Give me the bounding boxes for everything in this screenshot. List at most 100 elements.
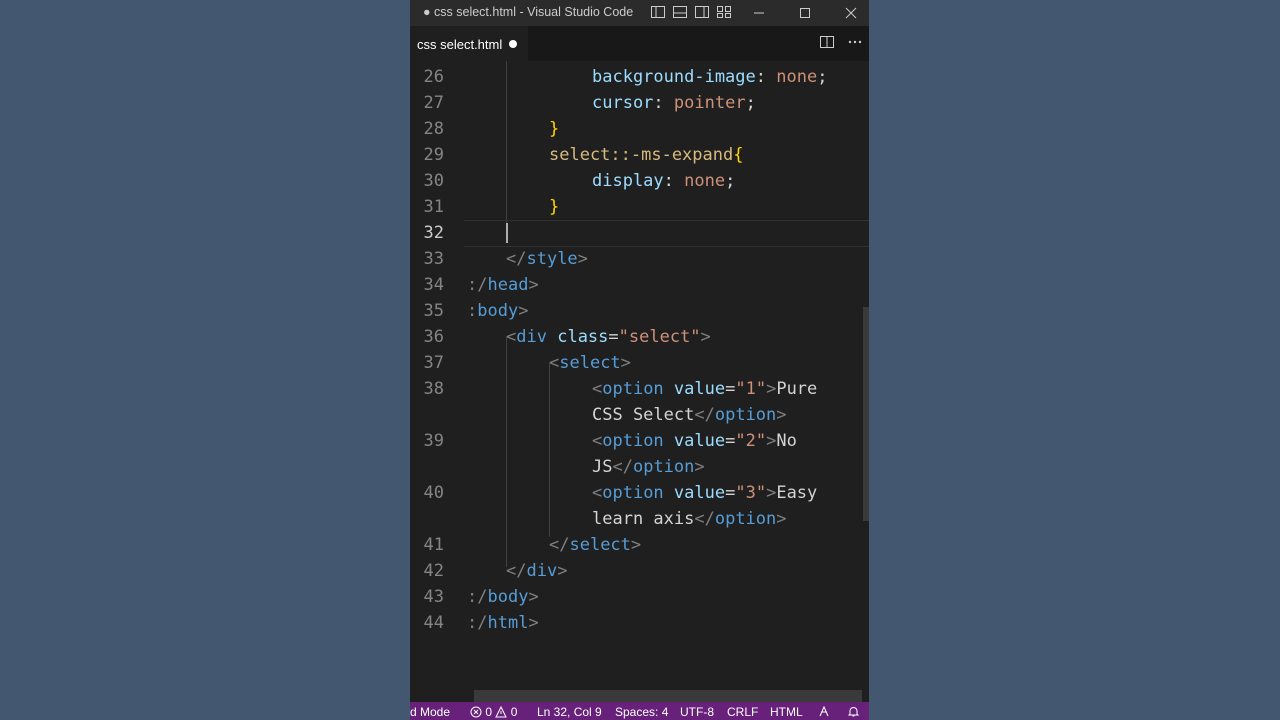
code-line: display: none; <box>592 168 735 194</box>
tag-bracket: </ <box>506 561 527 581</box>
css-brace: } <box>549 119 560 139</box>
code-line: </select> <box>549 532 641 558</box>
css-property: display <box>592 171 664 191</box>
code-line: <div class="select"> <box>506 324 711 350</box>
attr-equals: = <box>725 483 736 503</box>
status-problems[interactable]: 0 0 <box>470 705 517 719</box>
text-cursor <box>506 223 508 243</box>
html-tag: option <box>714 405 777 425</box>
current-line-highlight <box>464 220 869 247</box>
toggle-secondary-sidebar-icon[interactable] <box>694 4 710 20</box>
attr-value: "3" <box>735 483 767 503</box>
tag-bracket: > <box>528 613 539 633</box>
code-editor[interactable]: 26 27 28 29 30 31 32 33 34 35 36 37 38 3… <box>410 61 869 690</box>
status-encoding[interactable]: UTF-8 <box>680 705 714 719</box>
css-value: none <box>684 171 726 191</box>
minimize-button[interactable] <box>736 0 782 26</box>
line-number: 39 <box>423 431 444 451</box>
tab-actions <box>819 34 863 50</box>
html-attribute: value <box>673 483 726 503</box>
tab-css-select-html[interactable]: css select.html <box>410 26 528 61</box>
status-mode[interactable]: d Mode <box>410 705 450 719</box>
toggle-primary-sidebar-icon[interactable] <box>650 4 666 20</box>
tab-bar: css select.html <box>410 26 869 61</box>
code-line: <option value="3">Easy <box>592 480 817 506</box>
status-language[interactable]: HTML <box>770 705 803 719</box>
css-colon: : <box>653 93 674 113</box>
more-actions-icon[interactable] <box>847 34 863 50</box>
notifications-button[interactable] <box>847 705 860 720</box>
css-property: background-image <box>592 67 756 87</box>
close-icon <box>845 7 857 19</box>
tag-bracket: < <box>549 353 560 373</box>
toggle-panel-icon[interactable] <box>672 4 688 20</box>
tag-bracket: :/ <box>467 275 488 295</box>
css-semicolon: ; <box>745 93 756 113</box>
tag-bracket: </ <box>694 509 715 529</box>
option-text: learn axis <box>592 509 695 529</box>
html-tag: option <box>602 483 664 503</box>
unsaved-dot-icon[interactable] <box>509 40 517 48</box>
vertical-scrollbar[interactable] <box>863 307 869 521</box>
option-text: No <box>776 431 797 451</box>
split-editor-icon[interactable] <box>819 34 835 50</box>
title-bar: ● css select.html - Visual Studio Code <box>410 0 869 26</box>
minimize-icon <box>754 12 764 14</box>
tag-bracket: < <box>592 483 603 503</box>
code-line: :/body> <box>467 584 539 610</box>
html-tag: div <box>526 561 558 581</box>
code-line: select::-ms-expand{ <box>549 142 743 168</box>
html-tag: select <box>569 535 631 555</box>
css-colon: : <box>755 67 777 87</box>
attr-equals: = <box>725 379 736 399</box>
css-property: cursor <box>592 93 654 113</box>
attr-value: "1" <box>735 379 767 399</box>
line-number: 38 <box>423 379 444 399</box>
line-number: 33 <box>423 249 444 269</box>
status-indentation[interactable]: Spaces: 4 <box>615 705 668 719</box>
code-line: </style> <box>506 246 588 272</box>
close-button[interactable] <box>828 0 869 26</box>
html-tag: option <box>714 509 777 529</box>
line-number: 32 <box>423 223 444 243</box>
indent-guide <box>549 363 550 537</box>
copilot-icon <box>819 705 829 717</box>
code-line: } <box>549 116 559 142</box>
status-cursor-position[interactable]: Ln 32, Col 9 <box>537 705 602 719</box>
css-semicolon: ; <box>725 171 736 191</box>
line-number: 41 <box>423 535 444 555</box>
maximize-button[interactable] <box>782 0 828 26</box>
html-tag: option <box>632 457 695 477</box>
html-tag: option <box>602 379 664 399</box>
html-tag: div <box>516 327 547 347</box>
tag-bracket: > <box>577 249 588 269</box>
html-tag: head <box>487 275 529 295</box>
tag-bracket: :/ <box>467 613 488 633</box>
code-line-wrapped: CSS Select</option> <box>592 402 787 428</box>
css-colon: : <box>663 171 685 191</box>
option-text: Easy <box>776 483 818 503</box>
tag-bracket: > <box>766 483 777 503</box>
horizontal-scrollbar[interactable] <box>474 690 862 702</box>
error-icon <box>470 706 482 718</box>
status-eol[interactable]: CRLF <box>727 705 758 719</box>
tag-bracket: > <box>776 405 787 425</box>
tag-bracket: > <box>694 457 705 477</box>
customize-layout-icon[interactable] <box>716 4 732 20</box>
feedback-icon[interactable] <box>818 705 831 720</box>
tag-bracket: > <box>528 587 539 607</box>
tag-bracket: > <box>766 379 777 399</box>
code-line: :body> <box>467 298 528 324</box>
line-number: 26 <box>423 67 444 87</box>
line-number: 31 <box>423 197 444 217</box>
maximize-icon <box>800 8 810 18</box>
html-attribute: class <box>557 327 609 347</box>
option-text: Pure <box>776 379 818 399</box>
error-count: 0 <box>485 705 493 719</box>
css-semicolon: ; <box>817 67 828 87</box>
indent-guide <box>506 61 507 233</box>
tag-bracket: > <box>557 561 568 581</box>
line-number: 43 <box>423 587 444 607</box>
code-line: :/head> <box>467 272 539 298</box>
line-number: 44 <box>423 613 444 633</box>
